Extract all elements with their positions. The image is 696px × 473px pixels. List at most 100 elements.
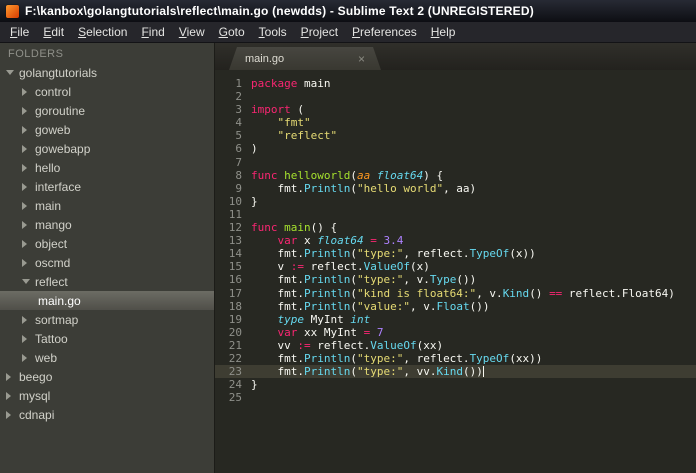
chevron-right-icon[interactable]	[22, 315, 35, 324]
tree-folder-goweb[interactable]: goweb	[0, 120, 214, 139]
tree-folder-tattoo[interactable]: Tattoo	[0, 329, 214, 348]
tab-main-go[interactable]: main.go ×	[229, 47, 381, 70]
code-line-25[interactable]: 25	[215, 391, 696, 404]
tree-folder-cdnapi[interactable]: cdnapi	[0, 405, 214, 424]
tab-close-icon[interactable]: ×	[358, 53, 365, 65]
menu-item-preferences[interactable]: Preferences	[345, 23, 424, 41]
chevron-right-icon[interactable]	[6, 410, 19, 419]
tree-folder-golangtutorials[interactable]: golangtutorials	[0, 63, 214, 82]
tree-item-label: goweb	[35, 122, 71, 137]
code-line-3[interactable]: 3 import (	[215, 103, 696, 116]
code-line-6[interactable]: 6)	[215, 142, 696, 155]
code-line-12[interactable]: 12 func main() {	[215, 221, 696, 234]
code-line-11[interactable]: 11	[215, 208, 696, 221]
code-line-17[interactable]: 17 fmt.Println("kind is float64:", v.Kin…	[215, 287, 696, 300]
chevron-right-icon[interactable]	[22, 87, 35, 96]
code-line-24[interactable]: 24}	[215, 378, 696, 391]
code-token: Println	[303, 273, 351, 287]
tree-folder-sortmap[interactable]: sortmap	[0, 310, 214, 329]
menu-item-edit[interactable]: Edit	[36, 23, 71, 41]
code-token: aa	[356, 168, 371, 182]
code-line-10[interactable]: 10}	[215, 195, 696, 208]
code-token: main	[277, 221, 311, 235]
code-line-2[interactable]: 2	[215, 90, 696, 103]
code-token: (	[350, 273, 357, 287]
tree-file-main-go[interactable]: main.go	[0, 291, 214, 310]
code-line-23[interactable]: 23 fmt.Println("type:", vv.Kind())	[215, 365, 696, 379]
code-line-15[interactable]: 15 v := reflect.ValueOf(x)	[215, 260, 696, 273]
triangle-glyph	[22, 334, 27, 343]
code-line-19[interactable]: 19 type MyInt int	[215, 313, 696, 326]
title-bar[interactable]: F:\kanbox\golangtutorials\reflect\main.g…	[0, 0, 696, 22]
chevron-right-icon[interactable]	[6, 372, 19, 381]
tree-folder-oscmd[interactable]: oscmd	[0, 253, 214, 272]
code-line-1[interactable]: 1 package main	[215, 77, 696, 90]
code-line-5[interactable]: 5 "reflect"	[215, 129, 696, 142]
menu-item-find[interactable]: Find	[134, 23, 171, 41]
chevron-right-icon[interactable]	[22, 163, 35, 172]
code-token: reflect.Float64)	[562, 286, 675, 300]
chevron-right-icon[interactable]	[6, 391, 19, 400]
tree-folder-beego[interactable]: beego	[0, 367, 214, 386]
code-token: int	[350, 312, 371, 326]
line-number: 24	[228, 378, 242, 392]
chevron-right-icon[interactable]	[22, 220, 35, 229]
tree-folder-interface[interactable]: interface	[0, 177, 214, 196]
line-content: fmt.Println("hello world", aa)	[251, 182, 476, 195]
mnemonic: F	[141, 25, 149, 39]
line-number: 7	[235, 155, 242, 169]
line-content: fmt.Println("value:", v.Float())	[251, 300, 489, 313]
editor[interactable]: 1 package main 2 3 import (4 "fmt" 5 "reflect…	[215, 70, 696, 473]
menu-item-tools[interactable]: Tools	[252, 23, 294, 41]
code-token: reflect.	[310, 338, 371, 352]
tree-folder-main[interactable]: main	[0, 196, 214, 215]
code-token: ())	[456, 273, 477, 287]
chevron-right-icon[interactable]	[22, 353, 35, 362]
code-line-7[interactable]: 7	[215, 156, 696, 169]
sublime-window: F:\kanbox\golangtutorials\reflect\main.g…	[0, 0, 696, 473]
code-token: fmt.	[251, 365, 304, 379]
code-token: float64	[317, 234, 364, 248]
menu-item-goto[interactable]: Goto	[212, 23, 252, 41]
menu-item-view[interactable]: View	[172, 23, 212, 41]
tree-folder-control[interactable]: control	[0, 82, 214, 101]
code-line-8[interactable]: 8 func helloworld(aa float64) {	[215, 169, 696, 182]
chevron-right-icon[interactable]	[22, 144, 35, 153]
code-line-22[interactable]: 22 fmt.Println("type:", reflect.TypeOf(x…	[215, 352, 696, 365]
code-token: (	[290, 103, 304, 117]
tree-folder-web[interactable]: web	[0, 348, 214, 367]
menu-item-help[interactable]: Help	[424, 23, 463, 41]
code-token: fmt.	[251, 273, 304, 287]
chevron-right-icon[interactable]	[22, 334, 35, 343]
code-line-18[interactable]: 18 fmt.Println("value:", v.Float())	[215, 300, 696, 313]
chevron-right-icon[interactable]	[22, 258, 35, 267]
code-token: reflect.	[304, 260, 364, 274]
tree-folder-mysql[interactable]: mysql	[0, 386, 214, 405]
tree-folder-object[interactable]: object	[0, 234, 214, 253]
tree-folder-goroutine[interactable]: goroutine	[0, 101, 214, 120]
chevron-down-icon[interactable]	[22, 279, 35, 284]
chevron-right-icon[interactable]	[22, 106, 35, 115]
chevron-right-icon[interactable]	[22, 239, 35, 248]
tree-folder-mango[interactable]: mango	[0, 215, 214, 234]
code-line-14[interactable]: 14 fmt.Println("type:", reflect.TypeOf(x…	[215, 247, 696, 260]
chevron-right-icon[interactable]	[22, 201, 35, 210]
tree-folder-hello[interactable]: hello	[0, 158, 214, 177]
menu-item-project[interactable]: Project	[294, 23, 345, 41]
code-line-20[interactable]: 20 var xx MyInt = 7	[215, 326, 696, 339]
menu-item-selection[interactable]: Selection	[71, 23, 134, 41]
code-line-9[interactable]: 9 fmt.Println("hello world", aa)	[215, 182, 696, 195]
code-line-13[interactable]: 13 var x float64 = 3.4	[215, 234, 696, 247]
code-line-21[interactable]: 21 vv := reflect.ValueOf(xx)	[215, 339, 696, 352]
chevron-right-icon[interactable]	[22, 125, 35, 134]
tree-folder-reflect[interactable]: reflect	[0, 272, 214, 291]
line-number: 15	[228, 260, 242, 274]
chevron-down-icon[interactable]	[6, 70, 19, 75]
chevron-right-icon[interactable]	[22, 182, 35, 191]
tree-folder-gowebapp[interactable]: gowebapp	[0, 139, 214, 158]
triangle-glyph	[22, 87, 27, 96]
menu-item-file[interactable]: File	[3, 23, 36, 41]
code-line-4[interactable]: 4 "fmt"	[215, 116, 696, 129]
code-line-16[interactable]: 16 fmt.Println("type:", v.Type())	[215, 273, 696, 286]
